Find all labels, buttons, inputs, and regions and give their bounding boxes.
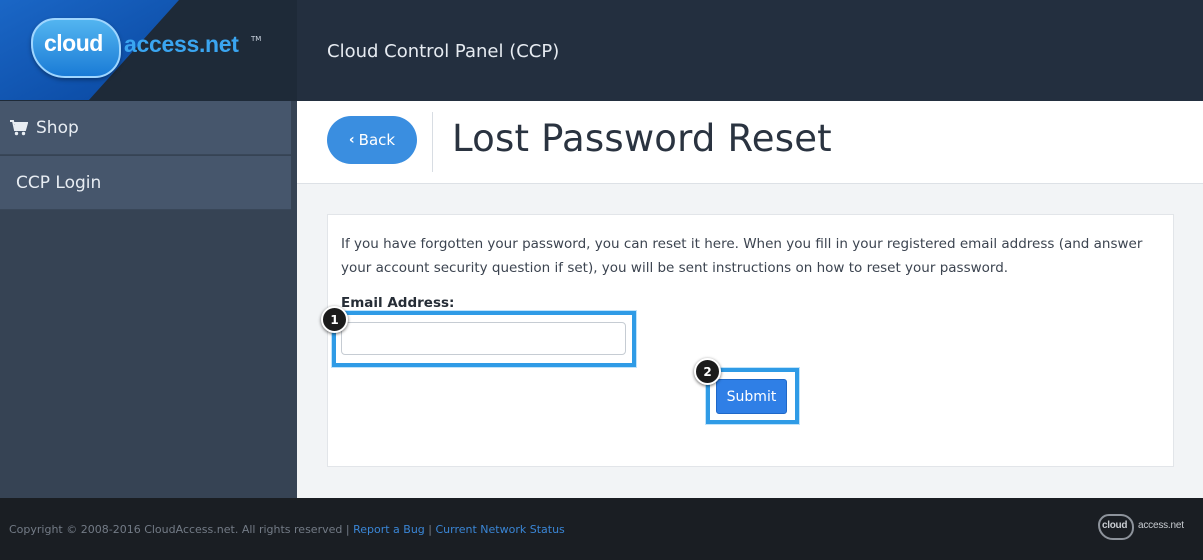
footer-logo: cloud access.net — [1098, 512, 1190, 542]
title-bar: ‹ Back Lost Password Reset — [297, 101, 1203, 184]
footer-logo-cloud-text: cloud — [1102, 520, 1128, 531]
network-status-link[interactable]: Current Network Status — [436, 523, 565, 536]
email-field[interactable] — [341, 322, 626, 355]
footer-separator: | — [345, 523, 350, 536]
step-badge: 2 — [694, 358, 721, 385]
chevron-left-icon: ‹ — [348, 132, 355, 148]
reset-form-card: If you have forgotten your password, you… — [321, 214, 1174, 467]
logo-access-text: access.net — [124, 31, 239, 57]
report-bug-link[interactable]: Report a Bug — [353, 523, 425, 536]
sidebar-item-label: CCP Login — [16, 173, 102, 193]
step-badge: 1 — [321, 306, 348, 333]
shopping-cart-icon — [10, 120, 28, 136]
footer-logo-access-text: access.net — [1138, 520, 1184, 531]
header-title: Cloud Control Panel (CCP) — [327, 41, 560, 62]
sidebar: Shop CCP Login — [0, 101, 297, 498]
intro-text: If you have forgotten your password, you… — [341, 236, 1143, 276]
email-label: Email Address: — [341, 295, 455, 311]
submit-button[interactable]: Submit — [716, 379, 787, 414]
top-header: cloud access.net TM Cloud Control Panel … — [0, 0, 1203, 101]
copyright-text: Copyright © 2008-2016 CloudAccess.net. A… — [9, 523, 343, 536]
logo-trademark: TM — [251, 35, 262, 43]
sidebar-item-ccp-login[interactable]: CCP Login — [0, 156, 291, 210]
sidebar-item-label: Shop — [36, 118, 79, 138]
sidebar-item-shop[interactable]: Shop — [0, 101, 291, 155]
back-button[interactable]: ‹ Back — [327, 116, 417, 164]
logo-cloud-text: cloud — [44, 30, 103, 56]
footer-copyright: Copyright © 2008-2016 CloudAccess.net. A… — [9, 523, 565, 536]
main-content: ‹ Back Lost Password Reset If you have f… — [297, 101, 1203, 498]
logo[interactable]: cloud access.net TM — [0, 0, 297, 101]
footer-separator: | — [428, 523, 432, 536]
back-button-label: Back — [358, 131, 396, 149]
page-title: Lost Password Reset — [452, 117, 832, 160]
title-divider — [432, 112, 433, 172]
footer: Copyright © 2008-2016 CloudAccess.net. A… — [0, 498, 1203, 560]
